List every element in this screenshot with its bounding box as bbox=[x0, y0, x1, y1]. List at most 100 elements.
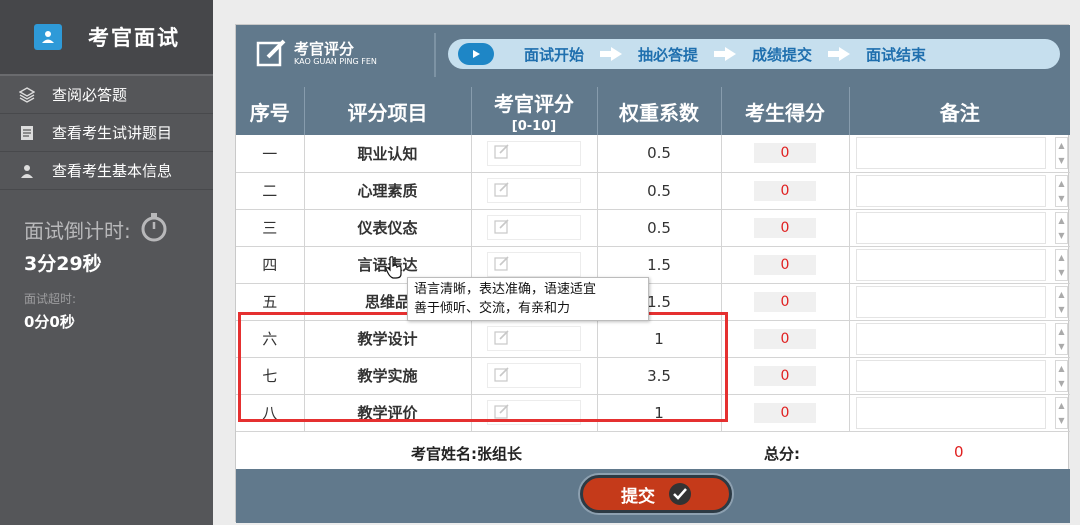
note-cell: ▲ ▼ bbox=[849, 172, 1070, 210]
hand-cursor-icon bbox=[384, 255, 404, 283]
note-scrollbar[interactable]: ▲ ▼ bbox=[1055, 359, 1068, 392]
tooltip: 语言清晰，表达准确，语速适宜 善于倾听、交流，有亲和力 bbox=[407, 277, 649, 321]
weight-value: 1 bbox=[597, 394, 722, 432]
score-input[interactable] bbox=[487, 326, 581, 351]
score-cell: 0 bbox=[721, 172, 850, 210]
score-cell bbox=[471, 320, 598, 358]
column-header: 备注 bbox=[849, 87, 1070, 135]
score-input[interactable] bbox=[487, 215, 581, 240]
scroll-down-icon[interactable]: ▼ bbox=[1056, 191, 1067, 206]
note-cell: ▲ ▼ bbox=[849, 320, 1070, 358]
header-bar: 考官评分 KAO GUAN PING FEN 面试开始 抽必答提 成绩提交 面试… bbox=[236, 25, 1070, 87]
scoring-item[interactable]: 职业认知 bbox=[304, 135, 472, 173]
note-textarea[interactable] bbox=[855, 248, 1046, 281]
step-interview-end: 面试结束 bbox=[866, 45, 927, 64]
scroll-up-icon[interactable]: ▲ bbox=[1056, 287, 1067, 302]
arrow-right-icon bbox=[712, 47, 738, 61]
note-textarea[interactable] bbox=[855, 285, 1046, 318]
candidate-score: 0 bbox=[754, 291, 816, 312]
sidebar-item-label: 查看考生试讲题目 bbox=[52, 124, 173, 142]
scroll-down-icon[interactable]: ▼ bbox=[1056, 376, 1067, 391]
note-scrollbar[interactable]: ▲ ▼ bbox=[1055, 174, 1068, 207]
scoring-panel: 考官评分 KAO GUAN PING FEN 面试开始 抽必答提 成绩提交 面试… bbox=[235, 24, 1070, 523]
scroll-up-icon[interactable]: ▲ bbox=[1056, 250, 1067, 265]
scroll-up-icon[interactable]: ▲ bbox=[1056, 213, 1067, 228]
weight-value: 0.5 bbox=[597, 135, 722, 173]
scroll-down-icon[interactable]: ▼ bbox=[1056, 265, 1067, 280]
header-divider bbox=[434, 33, 436, 77]
sidebar-item-lecture-topic[interactable]: 查看考生试讲题目 bbox=[0, 114, 213, 152]
score-input[interactable] bbox=[487, 363, 581, 388]
scoring-item[interactable]: 教学设计 bbox=[304, 320, 472, 358]
edit-icon bbox=[494, 403, 510, 423]
note-scrollbar[interactable]: ▲ ▼ bbox=[1055, 211, 1068, 244]
note-textarea[interactable] bbox=[855, 174, 1046, 207]
score-cell: 0 bbox=[721, 246, 850, 284]
edit-icon bbox=[256, 37, 288, 73]
note-scrollbar[interactable]: ▲ ▼ bbox=[1055, 137, 1068, 169]
score-input[interactable] bbox=[487, 178, 581, 203]
submit-label: 提交 bbox=[621, 486, 655, 507]
scroll-down-icon[interactable]: ▼ bbox=[1056, 153, 1067, 168]
submit-button[interactable]: 提交 bbox=[580, 475, 732, 513]
brand: 考官评分 KAO GUAN PING FEN bbox=[256, 35, 426, 75]
weight-value: 0.5 bbox=[597, 172, 722, 210]
scroll-down-icon[interactable]: ▼ bbox=[1056, 339, 1067, 354]
scoring-item[interactable]: 教学评价 bbox=[304, 394, 472, 432]
scoring-item[interactable]: 教学实施 bbox=[304, 357, 472, 395]
scroll-down-icon[interactable]: ▼ bbox=[1056, 302, 1067, 317]
column-header: 评分项目 bbox=[304, 87, 472, 135]
column-header: 序号 bbox=[236, 87, 305, 135]
note-cell: ▲ ▼ bbox=[849, 209, 1070, 247]
note-textarea[interactable] bbox=[855, 396, 1046, 429]
score-input[interactable] bbox=[487, 400, 581, 425]
scroll-up-icon[interactable]: ▲ bbox=[1056, 324, 1067, 339]
scroll-up-icon[interactable]: ▲ bbox=[1056, 398, 1067, 413]
note-scrollbar[interactable]: ▲ ▼ bbox=[1055, 322, 1068, 355]
note-textarea[interactable] bbox=[855, 137, 1046, 169]
column-header-score: 考官评分 [0-10] bbox=[471, 87, 598, 135]
note-cell: ▲ ▼ bbox=[849, 283, 1070, 321]
score-cell: 0 bbox=[721, 320, 850, 358]
score-cell: 0 bbox=[721, 283, 850, 321]
brand-subtitle: KAO GUAN PING FEN bbox=[294, 57, 377, 66]
edit-icon bbox=[494, 366, 510, 386]
sidebar-item-required-questions[interactable]: 查阅必答题 bbox=[0, 76, 213, 114]
scroll-up-icon[interactable]: ▲ bbox=[1056, 361, 1067, 376]
sidebar-item-label: 查阅必答题 bbox=[52, 86, 128, 104]
note-scrollbar[interactable]: ▲ ▼ bbox=[1055, 396, 1068, 429]
candidate-score: 0 bbox=[754, 254, 816, 275]
row-number: 二 bbox=[236, 172, 305, 210]
note-textarea[interactable] bbox=[855, 211, 1046, 244]
table-row: 五思维品 1.5 0 ▲ ▼ bbox=[236, 283, 1070, 321]
note-scrollbar[interactable]: ▲ ▼ bbox=[1055, 285, 1068, 318]
scroll-down-icon[interactable]: ▼ bbox=[1056, 228, 1067, 243]
row-number: 一 bbox=[236, 135, 305, 173]
score-cell: 0 bbox=[721, 209, 850, 247]
note-textarea[interactable] bbox=[855, 322, 1046, 355]
arrow-right-icon bbox=[826, 47, 852, 61]
scroll-down-icon[interactable]: ▼ bbox=[1056, 413, 1067, 428]
scroll-up-icon[interactable]: ▲ bbox=[1056, 138, 1067, 153]
table-row: 八教学评价 1 0 ▲ ▼ bbox=[236, 394, 1070, 432]
edit-icon bbox=[494, 329, 510, 349]
score-input[interactable] bbox=[487, 252, 581, 277]
scoring-item[interactable]: 心理素质 bbox=[304, 172, 472, 210]
note-textarea[interactable] bbox=[855, 359, 1046, 392]
table-row: 一职业认知 0.5 0 ▲ ▼ bbox=[236, 135, 1070, 173]
sidebar-item-candidate-info[interactable]: 查看考生基本信息 bbox=[0, 152, 213, 190]
footer-bar: 提交 bbox=[236, 469, 1070, 523]
score-input[interactable] bbox=[487, 140, 581, 166]
countdown-label: 面试倒计时: bbox=[24, 212, 213, 247]
play-icon[interactable] bbox=[458, 43, 494, 65]
tooltip-line: 语言清晰，表达准确，语速适宜 bbox=[414, 282, 597, 297]
candidate-score: 0 bbox=[754, 328, 816, 349]
total-label: 总分: bbox=[764, 445, 800, 463]
scoring-item[interactable]: 仪表仪态 bbox=[304, 209, 472, 247]
scroll-up-icon[interactable]: ▲ bbox=[1056, 176, 1067, 191]
row-number: 六 bbox=[236, 320, 305, 358]
note-scrollbar[interactable]: ▲ ▼ bbox=[1055, 248, 1068, 281]
candidate-score: 0 bbox=[754, 180, 816, 201]
candidate-score: 0 bbox=[754, 217, 816, 238]
step-submit-scores: 成绩提交 bbox=[752, 45, 813, 64]
